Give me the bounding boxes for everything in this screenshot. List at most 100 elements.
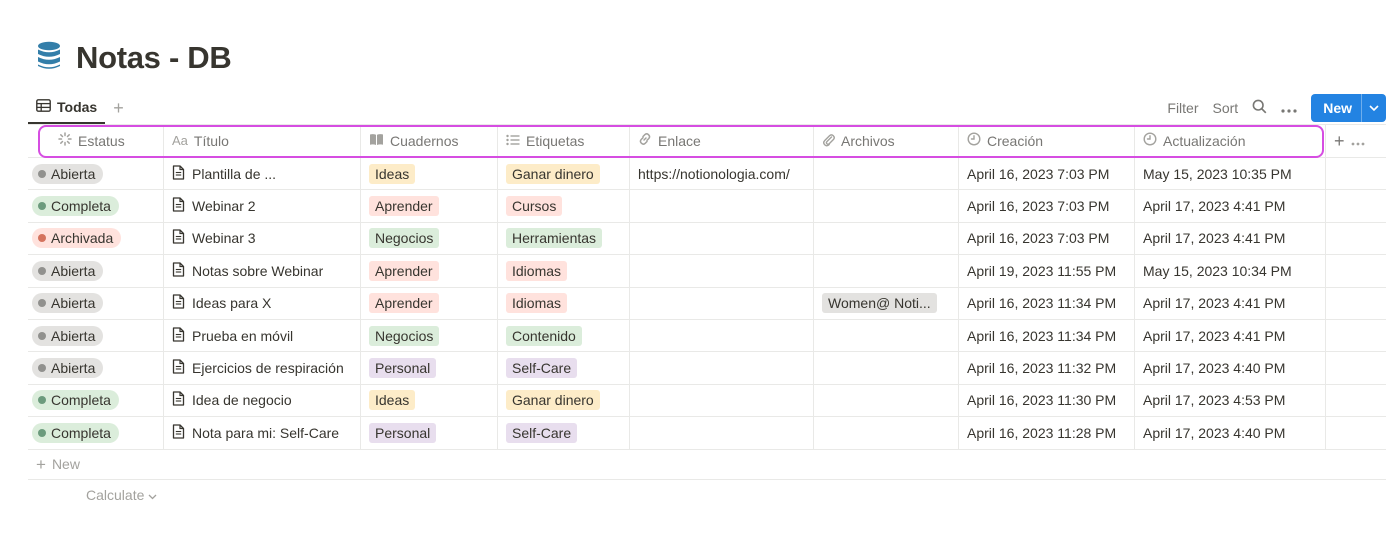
column-header-etiquetas[interactable]: Etiquetas [498, 124, 630, 157]
status-cell[interactable]: Archivada [28, 222, 164, 255]
etiqueta-cell[interactable]: Ganar dinero [498, 384, 630, 417]
enlace-link[interactable]: https://notionologia.com/ [638, 166, 790, 182]
chevron-down-icon[interactable] [1361, 94, 1386, 122]
title-cell[interactable]: Idea de negocio [164, 384, 361, 417]
row-title[interactable]: Ideas para X [192, 295, 271, 311]
archivos-cell[interactable] [814, 255, 959, 287]
status-badge[interactable]: Abierta [32, 163, 104, 184]
enlace-cell[interactable] [630, 255, 814, 287]
table-row[interactable]: Abierta Notas sobre Webinar Aprender Idioma… [28, 255, 1386, 288]
cuaderno-cell[interactable]: Negocios [361, 222, 498, 255]
archivos-cell[interactable] [814, 222, 959, 255]
calculate-button[interactable]: Calculate [28, 480, 1386, 510]
status-cell[interactable]: Abierta [28, 158, 164, 190]
enlace-cell[interactable] [630, 352, 814, 384]
table-row[interactable]: Abierta Ideas para X Aprender Idiomas Women@… [28, 287, 1386, 320]
etiqueta-cell[interactable]: Self-Care [498, 352, 630, 384]
status-badge[interactable]: Completa [32, 390, 119, 411]
archivos-cell[interactable] [814, 190, 959, 222]
etiqueta-cell[interactable]: Contenido [498, 319, 630, 352]
enlace-cell[interactable] [630, 319, 814, 352]
title-cell[interactable]: Webinar 3 [164, 222, 361, 255]
cuaderno-cell[interactable]: Aprender [361, 190, 498, 222]
new-button[interactable]: New [1311, 94, 1386, 122]
archivos-cell[interactable] [814, 417, 959, 449]
etiqueta-cell[interactable]: Ganar dinero [498, 158, 630, 190]
more-options-icon[interactable] [1281, 100, 1297, 116]
filter-button[interactable]: Filter [1167, 100, 1198, 116]
search-icon[interactable] [1252, 99, 1267, 117]
enlace-cell[interactable] [630, 287, 814, 319]
title-cell[interactable]: Notas sobre Webinar [164, 255, 361, 287]
row-title[interactable]: Ejercicios de respiración [192, 360, 344, 376]
title-cell[interactable]: Prueba en móvil [164, 319, 361, 352]
table-row[interactable]: Completa Webinar 2 Aprender Cursos April 16,… [28, 190, 1386, 223]
enlace-cell[interactable] [630, 417, 814, 449]
enlace-cell[interactable] [630, 384, 814, 417]
status-cell[interactable]: Abierta [28, 287, 164, 319]
row-title[interactable]: Idea de negocio [192, 392, 292, 408]
add-view-button[interactable]: + [113, 99, 124, 117]
etiqueta-cell[interactable]: Idiomas [498, 287, 630, 319]
status-cell[interactable]: Abierta [28, 352, 164, 384]
status-badge[interactable]: Archivada [32, 228, 122, 249]
etiqueta-cell[interactable]: Self-Care [498, 417, 630, 449]
etiqueta-cell[interactable]: Idiomas [498, 255, 630, 287]
row-title[interactable]: Notas sobre Webinar [192, 263, 323, 279]
status-cell[interactable]: Abierta [28, 319, 164, 352]
status-badge[interactable]: Abierta [32, 325, 104, 346]
title-cell[interactable]: Plantilla de ... [164, 158, 361, 190]
tab-todas[interactable]: Todas [28, 92, 106, 124]
column-header-actualizacion[interactable]: Actualización [1135, 124, 1326, 157]
status-badge[interactable]: Completa [32, 422, 119, 443]
cuaderno-cell[interactable]: Ideas [361, 158, 498, 190]
column-header-creacion[interactable]: Creación [959, 124, 1135, 157]
cuaderno-cell[interactable]: Personal [361, 352, 498, 384]
enlace-cell[interactable]: https://notionologia.com/ [630, 158, 814, 190]
status-cell[interactable]: Completa [28, 384, 164, 417]
status-cell[interactable]: Completa [28, 417, 164, 449]
archivos-cell[interactable]: Women@ Noti... [814, 287, 959, 319]
enlace-cell[interactable] [630, 222, 814, 255]
more-options-icon[interactable] [1351, 133, 1365, 149]
table-row[interactable]: Abierta Plantilla de ... Ideas Ganar dinero… [28, 158, 1386, 191]
title-cell[interactable]: Webinar 2 [164, 190, 361, 222]
table-row[interactable]: Completa Idea de negocio Ideas Ganar dinero… [28, 384, 1386, 418]
column-header-archivos[interactable]: Archivos [814, 124, 959, 157]
title-cell[interactable]: Nota para mi: Self-Care [164, 417, 361, 449]
cuaderno-cell[interactable]: Ideas [361, 384, 498, 417]
row-title[interactable]: Webinar 3 [192, 230, 256, 246]
column-header-cuadernos[interactable]: Cuadernos [361, 124, 498, 157]
status-badge[interactable]: Completa [32, 196, 119, 217]
title-cell[interactable]: Ideas para X [164, 287, 361, 319]
cuaderno-cell[interactable]: Negocios [361, 319, 498, 352]
status-cell[interactable]: Completa [28, 190, 164, 222]
status-cell[interactable]: Abierta [28, 255, 164, 287]
column-header-titulo[interactable]: Aa Título [164, 124, 361, 157]
table-row[interactable]: Archivada Webinar 3 Negocios Herramientas Ap… [28, 222, 1386, 256]
cuaderno-cell[interactable]: Aprender [361, 287, 498, 319]
row-title[interactable]: Plantilla de ... [192, 166, 276, 182]
cuaderno-cell[interactable]: Aprender [361, 255, 498, 287]
row-title[interactable]: Webinar 2 [192, 198, 256, 214]
add-row-button[interactable]: + New [28, 450, 1386, 480]
column-header-enlace[interactable]: Enlace [630, 124, 814, 157]
archivos-cell[interactable] [814, 352, 959, 384]
enlace-cell[interactable] [630, 190, 814, 222]
table-row[interactable]: Completa Nota para mi: Self-Care Personal S… [28, 417, 1386, 450]
archivos-cell[interactable] [814, 319, 959, 352]
column-header-estatus[interactable]: Estatus [28, 124, 164, 157]
table-row[interactable]: Abierta Ejercicios de respiración Personal… [28, 352, 1386, 385]
etiqueta-cell[interactable]: Herramientas [498, 222, 630, 255]
cuaderno-cell[interactable]: Personal [361, 417, 498, 449]
archivos-cell[interactable] [814, 158, 959, 190]
file-chip[interactable]: Women@ Noti... [822, 293, 937, 314]
sort-button[interactable]: Sort [1213, 100, 1239, 116]
title-cell[interactable]: Ejercicios de respiración [164, 352, 361, 384]
archivos-cell[interactable] [814, 384, 959, 417]
row-title[interactable]: Prueba en móvil [192, 328, 293, 344]
status-badge[interactable]: Abierta [32, 293, 104, 314]
etiqueta-cell[interactable]: Cursos [498, 190, 630, 222]
table-row[interactable]: Abierta Prueba en móvil Negocios Contenido A… [28, 319, 1386, 353]
add-property-icon[interactable]: + [1334, 132, 1345, 150]
